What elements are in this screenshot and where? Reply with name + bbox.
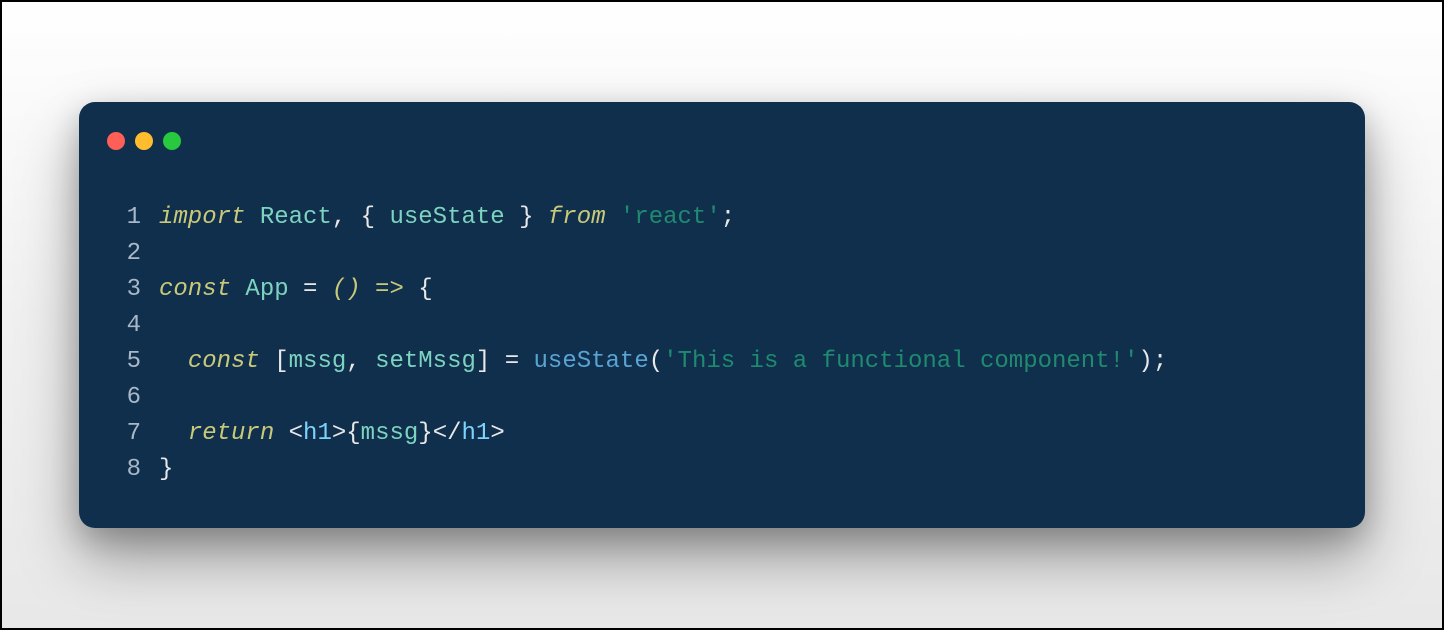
- line-number: 4: [111, 308, 141, 344]
- code-line: 7 return <h1>{mssg}</h1>: [111, 416, 1333, 452]
- code-editor-window: 1 import React, { useState } from 'react…: [79, 102, 1365, 528]
- line-number: 2: [111, 236, 141, 272]
- line-content: return <h1>{mssg}</h1>: [159, 416, 505, 452]
- close-icon[interactable]: [107, 132, 125, 150]
- line-content: const [mssg, setMssg] = useState('This i…: [159, 344, 1167, 380]
- code-area[interactable]: 1 import React, { useState } from 'react…: [111, 200, 1333, 488]
- line-content: const App = () => {: [159, 272, 433, 308]
- code-line: 4: [111, 308, 1333, 344]
- code-line: 2: [111, 236, 1333, 272]
- window-controls: [107, 132, 1333, 150]
- code-line: 5 const [mssg, setMssg] = useState('This…: [111, 344, 1333, 380]
- maximize-icon[interactable]: [163, 132, 181, 150]
- code-line: 3 const App = () => {: [111, 272, 1333, 308]
- line-number: 1: [111, 200, 141, 236]
- line-content: }: [159, 452, 173, 488]
- line-number: 3: [111, 272, 141, 308]
- minimize-icon[interactable]: [135, 132, 153, 150]
- code-line: 8 }: [111, 452, 1333, 488]
- line-content: import React, { useState } from 'react';: [159, 200, 735, 236]
- code-line: 1 import React, { useState } from 'react…: [111, 200, 1333, 236]
- line-number: 8: [111, 452, 141, 488]
- line-number: 6: [111, 380, 141, 416]
- line-number: 7: [111, 416, 141, 452]
- code-line: 6: [111, 380, 1333, 416]
- line-number: 5: [111, 344, 141, 380]
